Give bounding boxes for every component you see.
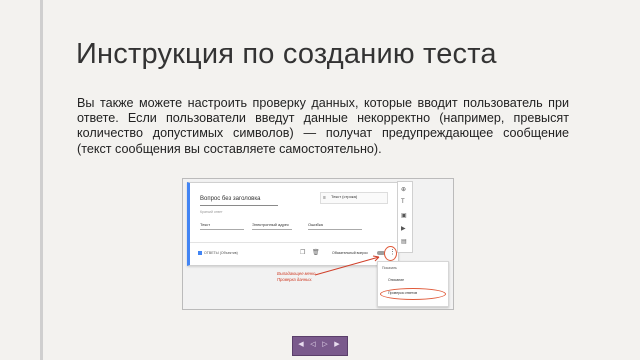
arrow-line bbox=[314, 256, 380, 276]
slide-title: Инструкция по созданию теста bbox=[76, 38, 497, 70]
slide-nav-controls: ◀ ◁ ▷ ▶ bbox=[292, 336, 348, 356]
nav-first-icon[interactable]: ◀ bbox=[296, 339, 306, 351]
nav-prev-icon[interactable]: ◁ bbox=[308, 339, 318, 351]
annotation-arrow bbox=[314, 255, 380, 276]
nav-last-icon[interactable]: ▶ bbox=[332, 339, 342, 351]
nav-next-icon[interactable]: ▷ bbox=[320, 339, 330, 351]
slide-accent-bar bbox=[40, 0, 43, 360]
slide-body-text: Вы также можете настроить проверку данны… bbox=[77, 96, 569, 156]
embedded-form-screenshot: Вопрос без заголовка ≡ Текст (строка) Кр… bbox=[182, 178, 454, 310]
